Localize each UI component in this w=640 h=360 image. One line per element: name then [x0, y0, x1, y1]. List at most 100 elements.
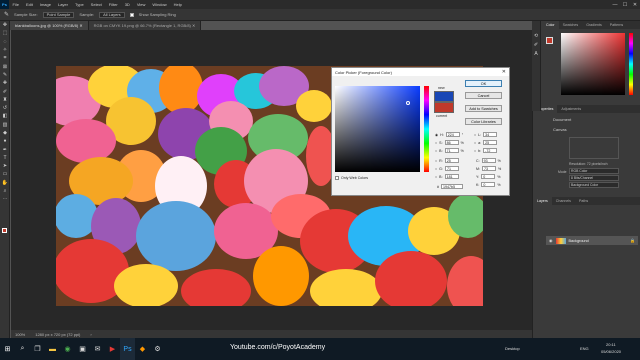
crop-tool-icon[interactable]: ⌗ [0, 54, 10, 62]
y-input[interactable]: 0 [481, 174, 496, 179]
r-radio[interactable]: ○ [435, 159, 437, 163]
cancel-button[interactable]: Cancel [465, 92, 502, 99]
photoshop-taskbar-icon[interactable]: Ps [120, 338, 135, 360]
sample-select[interactable]: All Layers [99, 11, 125, 18]
blue-input[interactable]: 181 [444, 174, 459, 179]
healing-tool-icon[interactable]: ✚ [0, 79, 10, 87]
tab-channels[interactable]: Channels [552, 199, 575, 203]
eyedropper-icon[interactable]: ✎ [4, 11, 9, 18]
store-icon[interactable]: ▣ [75, 338, 90, 360]
marquee-tool-icon[interactable]: ⬚ [0, 29, 10, 37]
eyedropper-tool-icon[interactable]: ✎ [0, 71, 10, 79]
layer-name[interactable]: Background [569, 239, 589, 243]
g-input[interactable]: 71 [444, 166, 459, 171]
browser-icon[interactable]: ◉ [60, 338, 75, 360]
zoom-tool-icon[interactable]: ⌕ [0, 187, 10, 195]
layer-row[interactable]: ◉ Background 🔒 [546, 236, 638, 245]
c-input[interactable]: 93 [481, 158, 496, 163]
menu-type[interactable]: Type [72, 2, 88, 7]
tab-color[interactable]: Color [542, 21, 559, 29]
history-brush-icon[interactable]: ↺ [0, 104, 10, 112]
doc-tab-inactive[interactable]: RGB on CMYK 19.png @ 66.7% (Rectangle 1,… [88, 21, 202, 30]
menu-help[interactable]: Help [170, 2, 185, 7]
doc-tab-active[interactable]: blankballoons.jpg @ 100% (RGB/8) ✕ [10, 21, 89, 30]
k-input[interactable]: 0 [481, 182, 496, 187]
menu-file[interactable]: File [9, 2, 22, 7]
type-tool-icon[interactable]: T [0, 154, 10, 162]
file-explorer-icon[interactable]: ▬ [45, 338, 60, 360]
tab-gradients[interactable]: Gradients [582, 23, 606, 27]
path-select-icon[interactable]: ➤ [0, 162, 10, 170]
shape-tool-icon[interactable]: ▭ [0, 170, 10, 178]
foreground-color-swatch[interactable] [2, 228, 7, 233]
stamp-tool-icon[interactable]: ♜ [0, 96, 10, 104]
color-spectrum-field[interactable] [335, 86, 420, 172]
lab-b-input[interactable]: -72 [483, 148, 498, 153]
hex-input[interactable]: 1947b5 [441, 184, 463, 189]
color-chip-fg[interactable] [546, 37, 553, 44]
menu-image[interactable]: Image [36, 2, 54, 7]
photoshop-logo[interactable]: Ps [0, 0, 9, 9]
a-radio[interactable]: ○ [474, 141, 476, 145]
clock-date[interactable]: 05/06/2020 [601, 349, 621, 354]
history-panel-icon[interactable]: ⟲ [532, 33, 540, 42]
g-radio[interactable]: ○ [435, 167, 437, 171]
minimize-icon[interactable]: — [610, 0, 620, 9]
eye-icon[interactable]: ◉ [549, 238, 553, 243]
tab-layers[interactable]: Layers [533, 197, 552, 205]
tab-patterns[interactable]: Patterns [606, 23, 627, 27]
app-icon-3[interactable]: ⚙ [150, 338, 165, 360]
eraser-tool-icon[interactable]: ◧ [0, 112, 10, 120]
clock-time[interactable]: 20:11 [606, 342, 616, 347]
lab-b-radio[interactable]: ○ [474, 149, 476, 153]
task-view-icon[interactable]: ❐ [30, 338, 45, 360]
menu-layer[interactable]: Layer [54, 2, 71, 7]
brush-panel-icon[interactable]: ✐ [532, 42, 540, 51]
gradient-tool-icon[interactable]: ▥ [0, 121, 10, 129]
blur-tool-icon[interactable]: ◆ [0, 129, 10, 137]
menu-select[interactable]: Select [87, 2, 105, 7]
lasso-tool-icon[interactable]: ◌ [0, 38, 10, 46]
pen-tool-icon[interactable]: ✒ [0, 145, 10, 153]
frame-tool-icon[interactable]: ⊠ [0, 62, 10, 70]
menu-filter[interactable]: Filter [105, 2, 121, 7]
menu-window[interactable]: Window [149, 2, 170, 7]
desktop-label[interactable]: Desktop [505, 346, 520, 351]
r-input[interactable]: 25 [444, 158, 459, 163]
maximize-icon[interactable]: ☐ [620, 0, 630, 9]
s-radio[interactable]: ○ [435, 141, 437, 145]
app-icon-2[interactable]: ◆ [135, 338, 150, 360]
current-color-swatch[interactable] [434, 102, 454, 113]
windows-start-icon[interactable]: ⊞ [0, 338, 15, 360]
menu-edit[interactable]: Edit [22, 2, 36, 7]
hue-spectrum-slider[interactable] [424, 86, 429, 172]
ok-button[interactable]: OK [465, 80, 502, 87]
quick-select-tool-icon[interactable]: ✧ [0, 46, 10, 54]
brush-tool-icon[interactable]: ✐ [0, 87, 10, 95]
b-radio[interactable]: ○ [435, 149, 437, 153]
show-ring-checkbox[interactable] [129, 12, 134, 17]
add-to-swatches-button[interactable]: Add to Swatches [465, 105, 502, 112]
fill-select[interactable]: Background Color [569, 182, 619, 188]
depth-select[interactable]: 8 Bits/Channel [569, 175, 619, 181]
tab-swatches[interactable]: Swatches [559, 23, 583, 27]
a-input[interactable]: 25 [483, 140, 498, 145]
menu-3d[interactable]: 3D [121, 2, 133, 7]
zoom-level[interactable]: 100% [15, 332, 25, 337]
b-input[interactable]: 71 [444, 148, 459, 153]
status-arrow-icon[interactable]: › [90, 332, 91, 337]
spectrum-cursor[interactable] [406, 101, 410, 105]
more-tools-icon[interactable]: ⋯ [0, 195, 10, 203]
h-radio[interactable]: ◉ [435, 133, 438, 137]
m-input[interactable]: 73 [482, 166, 496, 171]
color-field[interactable] [561, 33, 625, 95]
mode-select[interactable]: RGB Color [569, 168, 619, 174]
s-input[interactable]: 86 [444, 140, 459, 145]
menu-view[interactable]: View [133, 2, 149, 7]
hand-tool-icon[interactable]: ✋ [0, 179, 10, 187]
blue-radio[interactable]: ○ [435, 175, 437, 179]
mail-icon[interactable]: ✉ [90, 338, 105, 360]
l-radio[interactable]: ○ [474, 133, 476, 137]
search-icon[interactable]: ⌕ [15, 338, 30, 360]
move-tool-icon[interactable]: ✥ [0, 21, 10, 29]
